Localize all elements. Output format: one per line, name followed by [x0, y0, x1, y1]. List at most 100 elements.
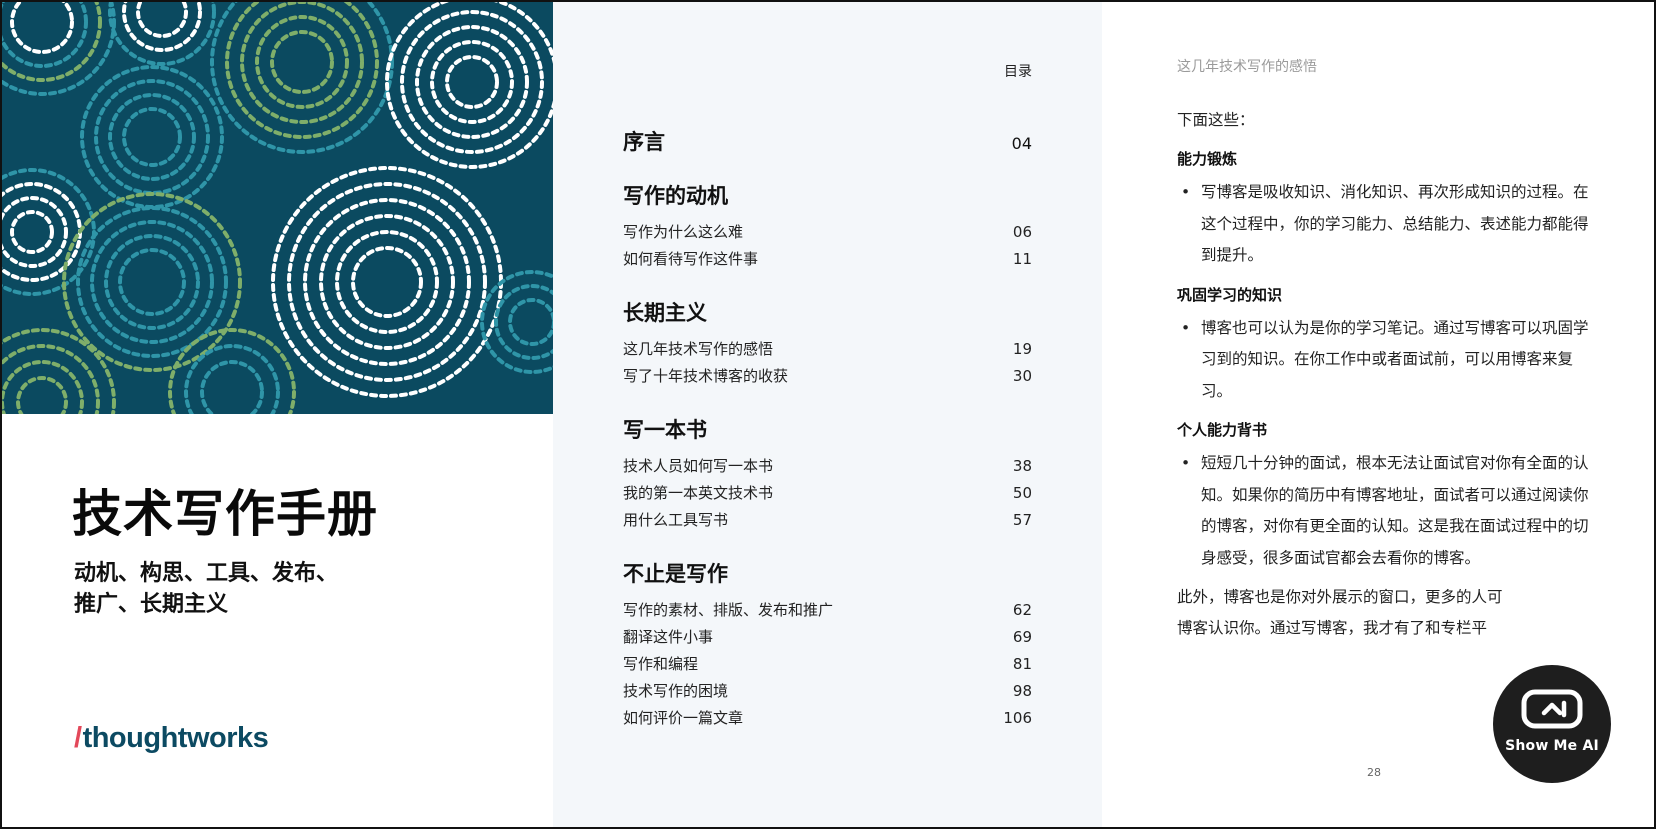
toc-entry-title: 技术人员如何写一本书 [623, 457, 774, 475]
dotted-ring-cluster [2, 328, 116, 414]
toc-entry-title: 如何看待写作这件事 [623, 250, 759, 268]
dotted-ring [270, 30, 334, 94]
toc-entry-title: 我的第一本英文技术书 [623, 484, 774, 502]
cover-subtitle-line: 动机、构思、工具、发布、 [74, 561, 339, 586]
toc-section: 不止是写作 写作的素材、排版、发布和推广 62 翻译这件小事 69 写作和编程 … [623, 558, 1032, 732]
dotted-ring [16, 376, 68, 414]
toc-entry[interactable]: 技术人员如何写一本书 38 [623, 453, 1032, 480]
toc-entry[interactable]: 如何评价一篇文章 106 [623, 705, 1032, 732]
dotted-ring [351, 246, 423, 318]
dotted-ring-cluster [168, 328, 296, 414]
section-heading: 个人能力背书 [1177, 421, 1268, 439]
article-body: 下面这些： 能力锻炼 写博客是吸收知识、消化知识、再次形成知识的过程。在这个过程… [1177, 105, 1597, 644]
dotted-ring [122, 2, 202, 52]
dotted-ring [90, 220, 214, 344]
dotted-ring-cluster [62, 192, 242, 372]
toc-entry-title: 用什么工具写书 [623, 511, 729, 529]
dotted-ring-cluster [210, 2, 394, 154]
dotted-ring [2, 360, 84, 414]
dotted-ring [445, 55, 499, 109]
dotted-ring-cluster [80, 65, 224, 209]
cover-artwork [2, 2, 553, 414]
toc-entry[interactable]: 用什么工具写书 57 [623, 507, 1032, 534]
toc-page-number: 04 [1011, 134, 1032, 153]
toc-entry-title: 写作和编程 [623, 655, 699, 673]
dotted-ring-cluster [2, 2, 116, 96]
toc-section-label: 写作的动机 [623, 183, 728, 208]
dotted-ring [240, 2, 364, 124]
toc-page-number: 62 [1012, 601, 1032, 619]
toc-entry[interactable]: 技术写作的困境 98 [623, 678, 1032, 705]
page-number: 28 [1367, 766, 1381, 779]
toc-entry[interactable]: 这几年技术写作的感悟 19 [623, 336, 1032, 363]
dotted-ring [76, 206, 228, 358]
dotted-ring [94, 79, 210, 195]
toc-page-number: 106 [1003, 709, 1032, 727]
toc-entry[interactable]: 我的第一本英文技术书 50 [623, 480, 1032, 507]
toc-section-label: 长期主义 [623, 300, 707, 325]
dotted-ring [10, 2, 74, 54]
toc-section: 长期主义 这几年技术写作的感悟 19 写了十年技术博客的收获 30 [623, 297, 1032, 390]
cover-subtitle: 动机、构思、工具、发布、 推广、长期主义 [74, 558, 338, 620]
dotted-ring [508, 298, 553, 346]
toc-entry-title: 这几年技术写作的感悟 [623, 340, 774, 358]
bullet-item: 博客也可以认为是你的学习笔记。通过写博客可以巩固学习到的知识。在你工作中或者面试… [1177, 313, 1597, 408]
toc-entry-title: 技术写作的困境 [623, 682, 729, 700]
toc-page-number: 98 [1012, 682, 1032, 700]
dotted-ring-cluster [271, 166, 503, 398]
toc-section-label: 写一本书 [623, 417, 707, 442]
dotted-ring [200, 360, 264, 414]
show-me-ai-button[interactable]: Show Me AI [1493, 665, 1611, 783]
toc-entry[interactable]: 翻译这件小事 69 [623, 624, 1032, 651]
section-heading: 能力锻炼 [1177, 150, 1238, 168]
toc-entry[interactable]: 写作为什么这么难 06 [623, 219, 1032, 246]
dotted-ring [10, 210, 54, 254]
dotted-ring [430, 40, 514, 124]
robot-face-icon [1521, 689, 1583, 729]
toc-entry[interactable]: 写了十年技术博客的收获 30 [623, 363, 1032, 390]
toc-entry[interactable]: 写作和编程 81 [623, 651, 1032, 678]
toc-page-number: 57 [1012, 511, 1032, 529]
toc-page-number: 30 [1012, 367, 1032, 385]
toc-section-title: 写一本书 [623, 414, 1032, 444]
toc-entry-title: 写了十年技术博客的收获 [623, 367, 789, 385]
toc-entry-title: 翻译这件小事 [623, 628, 714, 646]
toc-page-number: 69 [1012, 628, 1032, 646]
bullet-item: 短短几十分钟的面试，根本无法让面试官对你有全面的认知。如果你的简历中有博客地址，… [1177, 448, 1597, 574]
toc-section: 写作的动机 写作为什么这么难 06 如何看待写作这件事 11 [623, 180, 1032, 273]
logo-slash: / [74, 722, 82, 754]
toc-entry-title: 如何评价一篇文章 [623, 709, 744, 727]
toc-page-number: 11 [1012, 250, 1032, 268]
thoughtworks-logo: / thoughtworks [74, 722, 269, 755]
dotted-ring [184, 344, 280, 414]
cover-title: 技术写作手册 [72, 484, 378, 543]
toc-heading: 目录 [1004, 64, 1032, 80]
dotted-ring [303, 198, 471, 366]
closing-paragraph-line: 博客认识你。通过写博客，我才有了和专栏平 [1177, 619, 1488, 637]
toc-page-number: 50 [1012, 484, 1032, 502]
dotted-ring [494, 284, 553, 360]
toc-section-title[interactable]: 序言 04 [623, 126, 1032, 156]
dotted-ring [136, 2, 188, 38]
toc-entry[interactable]: 写作的素材、排版、发布和推广 62 [623, 597, 1032, 624]
toc-entry[interactable]: 如何看待写作这件事 11 [623, 246, 1032, 273]
dotted-ring [271, 166, 503, 398]
dotted-ring [118, 248, 186, 316]
running-header: 这几年技术写作的感悟 [1177, 59, 1317, 75]
dotted-ring [319, 214, 455, 350]
table-of-contents-page: 目录 序言 04 写作的动机 写作为什么这么难 06 如何看待写作这件事 11 … [553, 2, 1102, 827]
toc-section-label: 序言 [623, 129, 665, 154]
cover-page: 技术写作手册 动机、构思、工具、发布、 推广、长期主义 / thoughtwor… [2, 2, 553, 827]
dotted-ring [400, 10, 544, 154]
dotted-ring-cluster [385, 2, 553, 169]
toc-entry-title: 写作的素材、排版、发布和推广 [623, 601, 834, 619]
toc-section-title: 长期主义 [623, 297, 1032, 327]
logo-wordmark: thoughtworks [82, 722, 269, 754]
toc-list: 序言 04 写作的动机 写作为什么这么难 06 如何看待写作这件事 11 长期主… [623, 126, 1032, 756]
dotted-ring-cluster [108, 2, 216, 66]
toc-section: 序言 04 [623, 126, 1032, 156]
dotted-ring [225, 2, 379, 139]
bullet-item: 写博客是吸收知识、消化知识、再次形成知识的过程。在这个过程中，你的学习能力、总结… [1177, 177, 1597, 272]
toc-section-title: 不止是写作 [623, 558, 1032, 588]
toc-page-number: 19 [1012, 340, 1032, 358]
